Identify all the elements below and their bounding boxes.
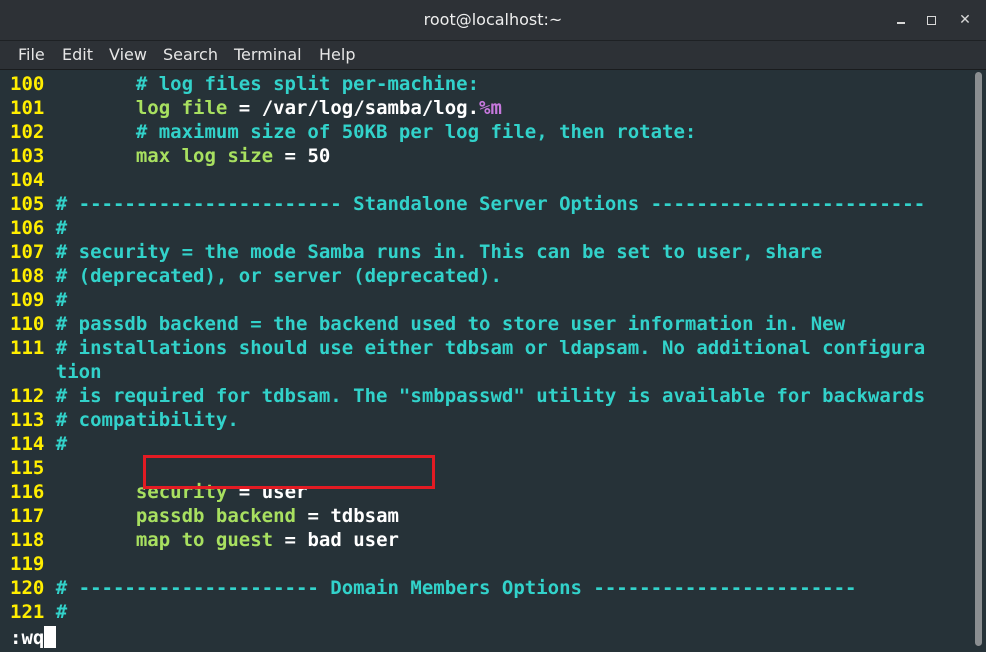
code-line: 103 max log size = 50 [10,144,330,168]
command-line[interactable]: :wq [10,626,57,650]
line-number: 112 [10,385,45,407]
comment-text: # passdb backend = the backend used to s… [44,313,846,335]
title-bar[interactable]: root@localhost:~ ✕ [0,0,986,41]
config-special: %m [479,97,502,119]
code-line: 101 log file = /var/log/samba/log.%m [10,96,502,120]
comment-text: # log files split per-machine: [44,73,480,95]
line-number: 104 [10,169,45,191]
comment-text: tion [10,361,102,383]
menu-search[interactable]: Search [163,45,218,64]
config-operator: = [273,145,308,167]
code-line: 106 # [10,216,67,240]
close-icon: ✕ [959,12,971,28]
line-number: 115 [10,457,45,479]
code-line: 121 # [10,600,67,624]
highlight-box [143,455,435,489]
comment-text: # ----------------------- Standalone Ser… [44,193,926,215]
code-line: 119 [10,552,44,576]
line-number: 117 [10,505,45,527]
config-value: tdbsam [330,505,399,527]
line-number: 116 [10,481,45,503]
config-key: map to guest [44,529,274,551]
code-line: 100 # log files split per-machine: [10,72,479,96]
code-line: 111 # installations should use either td… [10,336,925,360]
comment-text: # [44,601,68,623]
menu-edit[interactable]: Edit [62,45,93,64]
scrollbar-thumb[interactable] [975,72,982,646]
comment-text: # compatibility. [44,409,239,431]
code-line: 117 passdb backend = tdbsam [10,504,399,528]
comment-text: # installations should use either tdbsam… [44,337,926,359]
comment-text: # security = the mode Samba runs in. Thi… [44,241,823,263]
line-number: 106 [10,217,45,239]
config-key: max log size [44,145,274,167]
line-number: 103 [10,145,45,167]
line-number: 114 [10,433,45,455]
code-line: 113 # compatibility. [10,408,239,432]
menu-file[interactable]: File [18,45,45,64]
code-line: 114 # [10,432,67,456]
menu-terminal[interactable]: Terminal [234,45,302,64]
line-number: 101 [10,97,45,119]
config-value: 50 [307,145,331,167]
menu-bar: File Edit View Search Terminal Help [0,41,986,70]
scrollbar[interactable] [972,70,986,652]
menu-view[interactable]: View [109,45,147,64]
line-number: 109 [10,289,45,311]
minimize-button[interactable] [890,9,912,31]
line-number: 110 [10,313,45,335]
comment-text: # [44,289,68,311]
line-number: 100 [10,73,45,95]
config-value: bad user [307,529,399,551]
code-line: 120 # --------------------- Domain Membe… [10,576,857,600]
code-line: 118 map to guest = bad user [10,528,399,552]
code-line: 115 [10,456,44,480]
minimize-icon [897,22,905,24]
line-number: 121 [10,601,45,623]
comment-text: # maximum size of 50KB per log file, the… [44,121,697,143]
terminal-content[interactable]: 100 # log files split per-machine: 101 lo… [0,70,972,652]
code-line: 109 # [10,288,67,312]
line-number: 111 [10,337,45,359]
code-line: 110 # passdb backend = the backend used … [10,312,845,336]
line-number: 118 [10,529,45,551]
code-line: tion [10,360,102,384]
line-number: 105 [10,193,45,215]
code-line: 105 # ----------------------- Standalone… [10,192,925,216]
comment-text: # --------------------- Domain Members O… [44,577,857,599]
menu-help[interactable]: Help [319,45,355,64]
config-value: /var/log/samba/log. [261,97,480,119]
line-number: 119 [10,553,45,575]
code-line: 107 # security = the mode Samba runs in.… [10,240,822,264]
terminal-window: root@localhost:~ ✕ File Edit View Search… [0,0,986,652]
command-text: :wq [10,627,45,649]
line-number: 120 [10,577,45,599]
config-operator: = [273,529,308,551]
code-line: 112 # is required for tdbsam. The "smbpa… [10,384,925,408]
line-number: 108 [10,265,45,287]
close-button[interactable]: ✕ [954,9,976,31]
config-key: passdb backend [44,505,296,527]
comment-text: # (deprecated), or server (deprecated). [44,265,502,287]
line-number: 102 [10,121,45,143]
line-number: 113 [10,409,45,431]
config-operator: = [227,97,262,119]
code-line: 102 # maximum size of 50KB per log file,… [10,120,696,144]
line-number: 107 [10,241,45,263]
code-line: 108 # (deprecated), or server (deprecate… [10,264,502,288]
comment-text: # [44,217,68,239]
window-title: root@localhost:~ [423,10,563,29]
comment-text: # is required for tdbsam. The "smbpasswd… [44,385,926,407]
code-line: 104 [10,168,44,192]
maximize-icon [926,15,936,25]
config-operator: = [296,505,331,527]
maximize-button[interactable] [920,9,942,31]
comment-text: # [44,433,68,455]
text-cursor [44,626,57,648]
config-key: log file [44,97,228,119]
